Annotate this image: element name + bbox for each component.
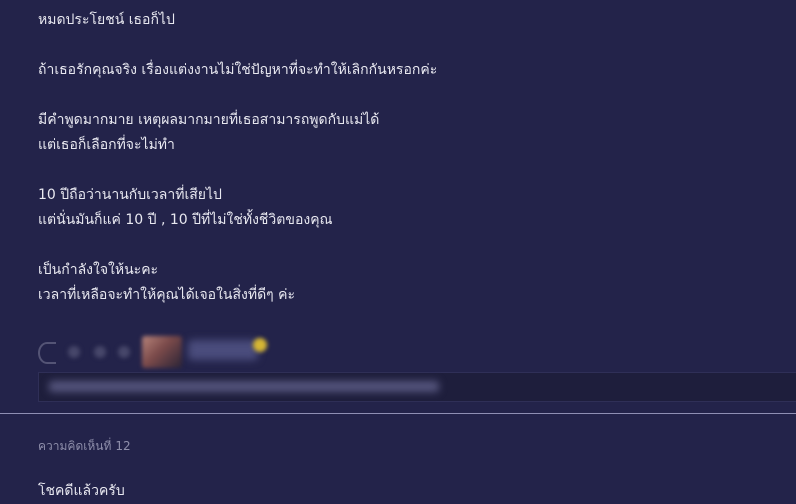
comment-divider bbox=[0, 413, 796, 414]
reaction-icon[interactable] bbox=[68, 346, 80, 358]
post-paragraph: เป็นกำลังใจให้นะคะ เวลาที่เหลือจะทำให้คุ… bbox=[38, 258, 778, 308]
signature-bar bbox=[38, 372, 796, 402]
post-body: หมดประโยชน์ เธอก็ไป ถ้าเธอรักคุณจริง เรื… bbox=[38, 8, 778, 333]
post-paragraph: 10 ปีถือว่านานกับเวลาที่เสียไป แต่นั่นมั… bbox=[38, 183, 778, 233]
badge-icon bbox=[253, 338, 267, 352]
post-page: หมดประโยชน์ เธอก็ไป ถ้าเธอรักคุณจริง เรื… bbox=[0, 0, 796, 504]
post-line: มีคำพูดมากมาย เหตุผลมากมายที่เธอสามารถพู… bbox=[38, 112, 380, 128]
post-line: ถ้าเธอรักคุณจริง เรื่องแต่งงานไม่ใช่ปัญห… bbox=[38, 62, 438, 78]
post-line: แต่เธอก็เลือกที่จะไม่ทำ bbox=[38, 137, 175, 153]
post-paragraph: ถ้าเธอรักคุณจริง เรื่องแต่งงานไม่ใช่ปัญห… bbox=[38, 58, 778, 83]
emoji-reaction-icon[interactable] bbox=[38, 342, 56, 364]
comment-header: ความคิดเห็นที่ 12 bbox=[38, 437, 131, 456]
signature-blurred bbox=[49, 381, 439, 392]
post-line: แต่นั่นมันก็แค่ 10 ปี , 10 ปีที่ไม่ใช่ทั… bbox=[38, 212, 333, 228]
avatar[interactable] bbox=[142, 336, 182, 368]
comment-number[interactable]: 12 bbox=[115, 439, 130, 453]
post-line: เป็นกำลังใจให้นะคะ bbox=[38, 262, 159, 278]
post-paragraph: มีคำพูดมากมาย เหตุผลมากมายที่เธอสามารถพู… bbox=[38, 108, 778, 158]
post-paragraph: หมดประโยชน์ เธอก็ไป bbox=[38, 8, 778, 33]
post-line: เวลาที่เหลือจะทำให้คุณได้เจอในสิ่งที่ดีๆ… bbox=[38, 287, 296, 303]
comment-label: ความคิดเห็นที่ bbox=[38, 439, 112, 453]
author-name-blurred[interactable] bbox=[188, 340, 258, 360]
post-line: หมดประโยชน์ เธอก็ไป bbox=[38, 12, 175, 28]
post-meta-row bbox=[38, 336, 278, 368]
comment-text: โชคดีแล้วครับ bbox=[38, 483, 125, 499]
post-line: 10 ปีถือว่านานกับเวลาที่เสียไป bbox=[38, 187, 222, 203]
reaction-icon[interactable] bbox=[94, 346, 106, 358]
reaction-icon[interactable] bbox=[118, 346, 130, 358]
